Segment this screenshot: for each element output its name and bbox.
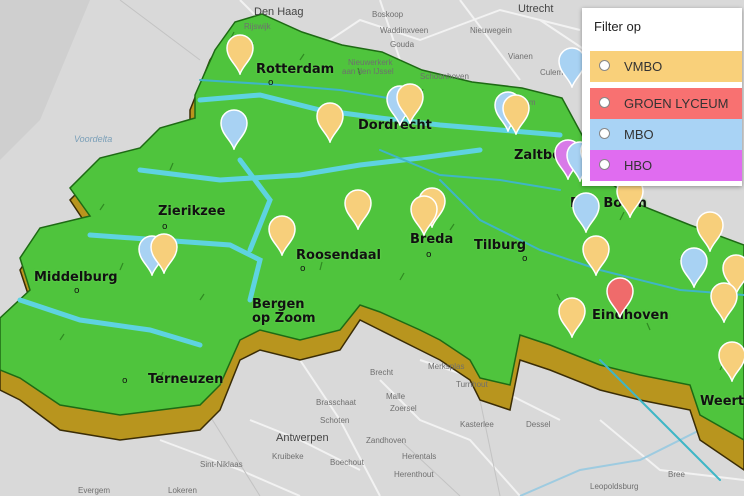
label-nieuwegein: Nieuwegein — [470, 26, 512, 35]
radio-groen-lyceum[interactable] — [599, 97, 610, 108]
label-voordelta: Voordelta — [74, 134, 113, 144]
label-utrecht: Utrecht — [518, 3, 554, 15]
map-pin-icon-vmbo[interactable] — [343, 188, 373, 230]
label-waddinxveen: Waddinxveen — [380, 26, 429, 35]
label-aan-den-ijssel: aan den IJssel — [342, 67, 394, 76]
city-label-rotterdam: Rotterdam — [256, 62, 335, 77]
city-dot: o — [162, 222, 168, 232]
filter-option-label: MBO — [624, 127, 654, 142]
label-schoten: Schoten — [320, 416, 350, 425]
label-kasterlee: Kasterlee — [460, 420, 494, 429]
city-label-roosendaal: Roosendaal — [296, 248, 381, 263]
label-brasschaat: Brasschaat — [316, 398, 357, 407]
filter-option-vmbo[interactable]: VMBO — [590, 51, 742, 82]
label-rijswijk: Rijswijk — [244, 22, 271, 31]
label-antwerpen: Antwerpen — [276, 432, 329, 444]
map-pin-icon-vmbo[interactable] — [409, 194, 439, 236]
city-dot: o — [74, 286, 80, 296]
label-turnhout: Turnhout — [456, 380, 488, 389]
map-pin-icon-vmbo[interactable] — [581, 234, 611, 276]
filter-title: Filter op — [594, 19, 641, 34]
map-pin-icon-vmbo[interactable] — [315, 101, 345, 143]
label-leopoldsburg: Leopoldsburg — [590, 482, 639, 491]
map-pin-icon-vmbo[interactable] — [395, 82, 425, 124]
city-label-terneuzen: Terneuzen — [148, 372, 224, 387]
label-schoonhoven: Schoonhoven — [420, 72, 469, 81]
filter-option-label: HBO — [624, 158, 653, 173]
label-evergem: Evergem — [78, 486, 111, 495]
map-pin-icon-groen-lyceum[interactable] — [605, 276, 635, 318]
label-vianen: Vianen — [508, 52, 533, 61]
map-pin-icon-vmbo[interactable] — [717, 340, 744, 382]
map[interactable]: Den Haag Boskoop Waddinxveen Gouda Nieuw… — [0, 0, 744, 496]
city-label-bergen-op-zoom: Bergen op Zoom — [252, 297, 316, 326]
map-pin-icon-vmbo[interactable] — [501, 93, 531, 135]
label-zoersel: Zoersel — [390, 404, 417, 413]
map-pin-icon-mbo[interactable] — [571, 191, 601, 233]
label-zandhoven: Zandhoven — [366, 436, 407, 445]
filter-option-mbo[interactable]: MBO — [590, 119, 742, 150]
city-label-weert: Weert — [700, 394, 744, 409]
filter-panel: Filter op VMBO GROEN LYCEUM MBO HBO — [582, 8, 742, 186]
label-den-haag: Den Haag — [254, 6, 304, 18]
city-dot: o — [268, 78, 274, 88]
city-label-tilburg: Tilburg — [474, 238, 527, 253]
city-dot: o — [426, 250, 432, 260]
label-merksplas: Merksplas — [428, 362, 465, 371]
label-herentals: Herentals — [402, 452, 437, 461]
map-pin-icon-vmbo[interactable] — [225, 33, 255, 75]
label-gouda: Gouda — [390, 40, 415, 49]
filter-option-groen-lyceum[interactable]: GROEN LYCEUM — [590, 88, 742, 119]
label-malle: Malle — [386, 392, 406, 401]
map-pin-icon-mbo[interactable] — [679, 246, 709, 288]
city-dot: o — [300, 264, 306, 274]
label-boskoop: Boskoop — [372, 10, 404, 19]
city-label-zierikzee: Zierikzee — [158, 204, 226, 219]
label-brecht: Brecht — [370, 368, 394, 377]
label-kruibeke: Kruibeke — [272, 452, 304, 461]
radio-vmbo[interactable] — [599, 60, 610, 71]
label-lokeren: Lokeren — [168, 486, 197, 495]
label-nieuwerkerk: Nieuwerkerk — [348, 58, 393, 67]
city-dot: o — [122, 376, 128, 386]
map-pin-icon-vmbo[interactable] — [557, 296, 587, 338]
map-pin-icon-vmbo[interactable] — [149, 232, 179, 274]
filter-option-label: VMBO — [624, 59, 663, 74]
radio-mbo[interactable] — [599, 128, 610, 139]
filter-option-label: GROEN LYCEUM — [624, 96, 729, 111]
label-herenthout: Herenthout — [394, 470, 434, 479]
filter-option-hbo[interactable]: HBO — [590, 150, 742, 181]
radio-hbo[interactable] — [599, 159, 610, 170]
label-bree: Bree — [668, 470, 685, 479]
label-sint-niklaas: Sint-Niklaas — [200, 460, 243, 469]
label-boechout: Boechout — [330, 458, 364, 467]
city-label-middelburg: Middelburg — [34, 270, 118, 285]
map-pin-icon-vmbo[interactable] — [267, 214, 297, 256]
city-dot: o — [522, 254, 528, 264]
label-dessel: Dessel — [526, 420, 551, 429]
map-pin-icon-mbo[interactable] — [219, 108, 249, 150]
map-pin-icon-vmbo[interactable] — [709, 281, 739, 323]
